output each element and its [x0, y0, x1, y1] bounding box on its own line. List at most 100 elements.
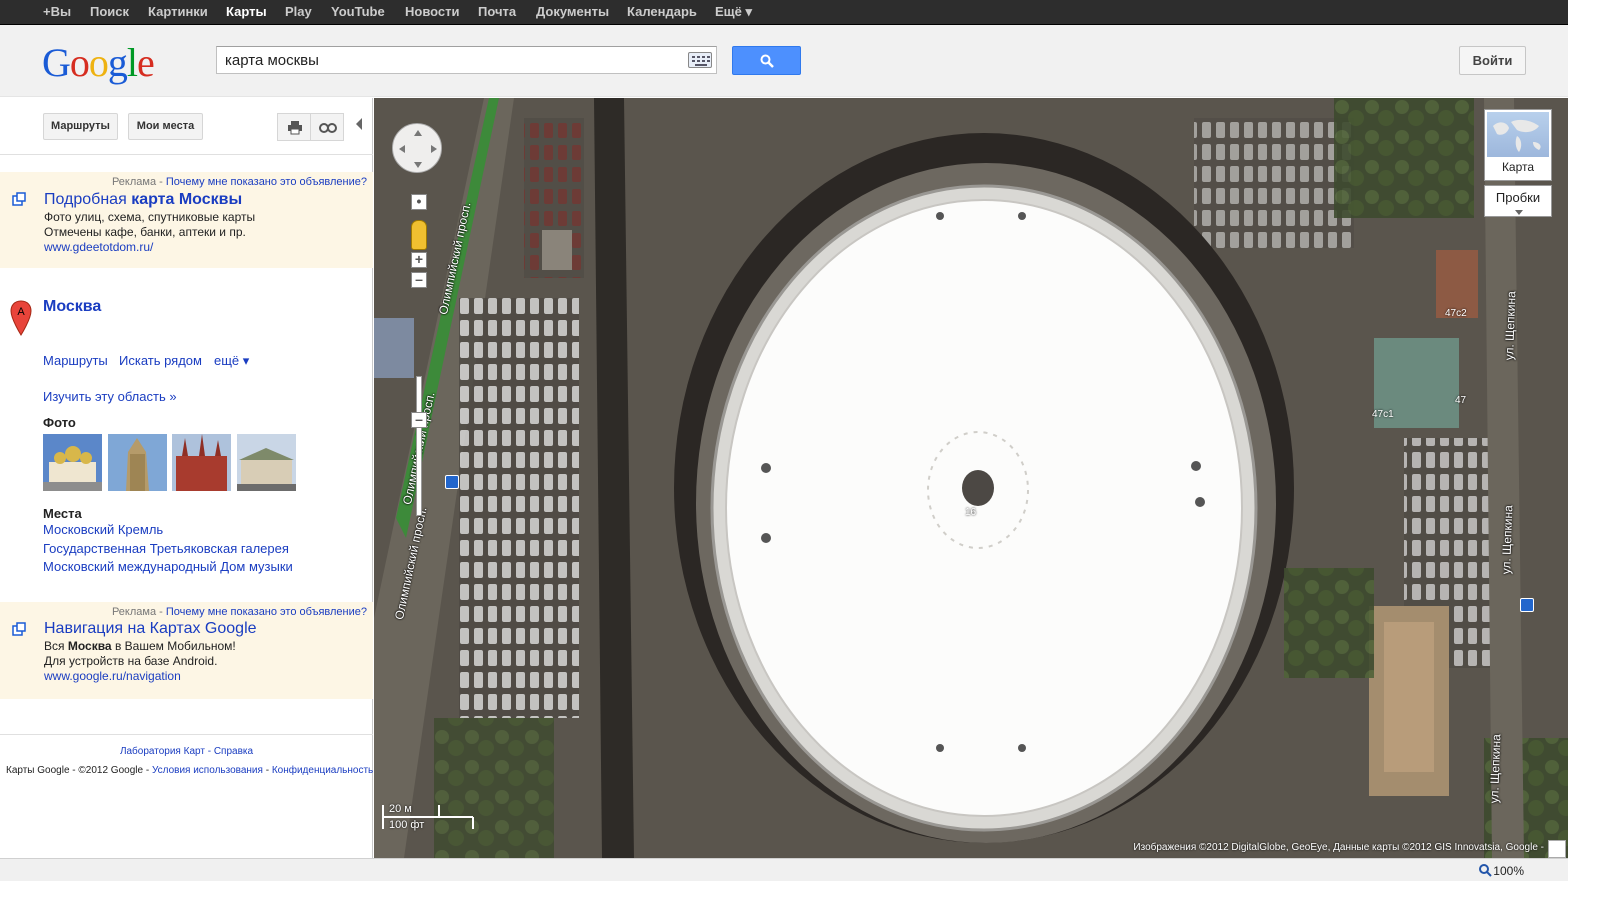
bus-stop-icon[interactable]	[445, 475, 459, 489]
ad-label-text: Реклама	[111, 606, 157, 618]
street-label: ул. Щепкина	[1499, 504, 1516, 575]
header: Google Войти	[0, 25, 1568, 97]
zoom-slider-handle[interactable]: –	[411, 272, 427, 288]
map-layer-toggle[interactable]: Карта	[1484, 109, 1552, 181]
photo-thumb-cathedral[interactable]	[43, 434, 102, 491]
footer-copyright: Карты Google - ©2012 Google - Условия ис…	[6, 765, 373, 776]
top-nav-bar: +Вы Поиск Картинки Карты Play YouTube Но…	[0, 0, 1568, 25]
link-icon	[319, 123, 337, 133]
nav-docs[interactable]: Документы	[536, 4, 609, 19]
help-link[interactable]: Справка	[214, 746, 253, 757]
privacy-link[interactable]: Конфиденциальность	[272, 765, 373, 776]
zoom-target-icon[interactable]: •	[411, 194, 427, 210]
street-label: ул. Щепкина	[1487, 733, 1504, 804]
street-label: ул. Щепкина	[1502, 290, 1519, 361]
ad-title[interactable]: Подробная карта Москвы	[44, 191, 242, 209]
result-title[interactable]: Москва	[43, 298, 101, 316]
photo-thumb-highrise[interactable]	[108, 434, 167, 491]
ad-block-2: Реклама - Почему мне показано это объявл…	[0, 602, 373, 699]
ad-link-icon	[12, 192, 26, 206]
link-button[interactable]	[310, 113, 344, 141]
zoom-control: • + – –	[411, 194, 427, 516]
search-input[interactable]	[225, 52, 675, 69]
labs-link[interactable]: Лаборатория Карт	[120, 746, 205, 757]
nav-search[interactable]: Поиск	[90, 4, 129, 19]
photo-thumb-museum[interactable]	[172, 434, 231, 491]
ad-title-bold[interactable]: карта Москвы	[131, 191, 242, 208]
building-number: 16	[965, 507, 977, 518]
place-link-tretyakov[interactable]: Государственная Третьяковская галерея	[43, 541, 289, 556]
ad-label-text: Реклама	[111, 176, 157, 188]
ad-line-1: Вся Москва в Вашем Мобильном!	[44, 639, 236, 653]
pegman-icon[interactable]	[411, 220, 427, 250]
photo-thumb-building[interactable]	[237, 434, 296, 491]
scale-imperial: 100 фт	[389, 819, 425, 831]
building-number: 47с1	[1372, 409, 1394, 420]
nav-more[interactable]: Ещё ▾	[715, 4, 752, 20]
routes-button[interactable]: Маршруты	[43, 113, 118, 140]
pan-control[interactable]	[392, 123, 442, 173]
place-link-kremlin[interactable]: Московский Кремль	[43, 522, 163, 537]
result-routes-link[interactable]: Маршруты	[43, 353, 108, 368]
result-search-nearby-link[interactable]: Искать рядом	[119, 353, 202, 368]
zoom-level[interactable]: 100%	[1493, 864, 1524, 878]
nav-plus-you[interactable]: +Вы	[43, 4, 71, 19]
zoom-slider-track[interactable]	[416, 376, 422, 516]
google-logo[interactable]: Google	[42, 39, 155, 86]
divider	[0, 154, 373, 155]
magnifier-icon	[760, 54, 774, 68]
ad-why-link[interactable]: Почему мне показано это объявление?	[166, 606, 367, 618]
printer-icon	[288, 121, 302, 135]
ad-title-plain[interactable]: Подробная	[44, 191, 127, 208]
result-more-link[interactable]: ещё ▾	[214, 353, 249, 369]
world-map-glyph	[1493, 119, 1541, 152]
nav-mail[interactable]: Почта	[478, 4, 516, 19]
ad-line-1-pre: Вся	[44, 639, 65, 653]
ad-link-icon	[12, 622, 26, 636]
marker-letter: A	[17, 306, 25, 318]
ad-label: Реклама - Почему мне показано это объявл…	[111, 606, 367, 618]
copyright-text: Карты Google - ©2012 Google -	[6, 765, 152, 776]
ad-line-2: Отмечены кафе, банки, аптеки и пр.	[44, 225, 246, 239]
map-canvas[interactable]: Олимпийский просп. Олимпийский просп. Ол…	[374, 98, 1568, 858]
login-button[interactable]: Войти	[1459, 46, 1526, 75]
map-layer-label: Карта	[1501, 160, 1535, 174]
resize-corner-icon[interactable]	[1548, 840, 1566, 858]
zoom-in-button[interactable]: +	[411, 252, 427, 268]
place-link-music-house[interactable]: Московский международный Дом музыки	[43, 559, 293, 574]
nav-images[interactable]: Картинки	[148, 4, 208, 19]
nav-youtube[interactable]: YouTube	[331, 4, 385, 19]
nav-news[interactable]: Новости	[405, 4, 460, 19]
nav-play[interactable]: Play	[285, 4, 312, 19]
explore-area-link[interactable]: Изучить эту область »	[43, 389, 177, 404]
zoom-out-button[interactable]: –	[411, 412, 427, 428]
world-map-thumb-icon	[1487, 112, 1549, 157]
divider	[0, 734, 373, 735]
search-button[interactable]	[732, 46, 801, 75]
building-number: 47	[1455, 395, 1467, 406]
my-places-button[interactable]: Мои места	[128, 113, 203, 140]
ad-url[interactable]: www.gdeetotdom.ru/	[44, 240, 153, 254]
ad-line-1-bold: Москва	[67, 639, 112, 653]
zoom-magnifier-icon[interactable]	[1478, 863, 1492, 877]
traffic-toggle[interactable]: Пробки	[1484, 185, 1552, 217]
keyboard-icon[interactable]	[688, 52, 712, 68]
nav-calendar[interactable]: Календарь	[627, 4, 697, 19]
ad-why-link[interactable]: Почему мне показано это объявление?	[166, 176, 367, 188]
footer-sep: -	[262, 765, 272, 776]
collapse-panel-arrow-icon[interactable]	[356, 118, 362, 130]
terms-link[interactable]: Условия использования	[152, 765, 263, 776]
ad-url[interactable]: www.google.ru/navigation	[44, 669, 181, 683]
bus-stop-icon[interactable]	[1520, 598, 1534, 612]
ad-title[interactable]: Навигация на Картах Google	[44, 620, 257, 638]
ad-line-2: Для устройств на базе Android.	[44, 654, 218, 668]
photos-heading: Фото	[43, 415, 76, 430]
footer-links: Лаборатория Карт - Справка	[0, 746, 373, 757]
places-heading: Места	[43, 506, 82, 521]
browser-status-bar: 100%	[0, 858, 1568, 881]
marker-a-icon[interactable]: A	[10, 300, 32, 336]
search-box	[216, 46, 717, 74]
print-button[interactable]	[277, 113, 311, 141]
ad-line-1: Фото улиц, схема, спутниковые карты	[44, 210, 256, 224]
nav-maps[interactable]: Карты	[226, 4, 267, 19]
